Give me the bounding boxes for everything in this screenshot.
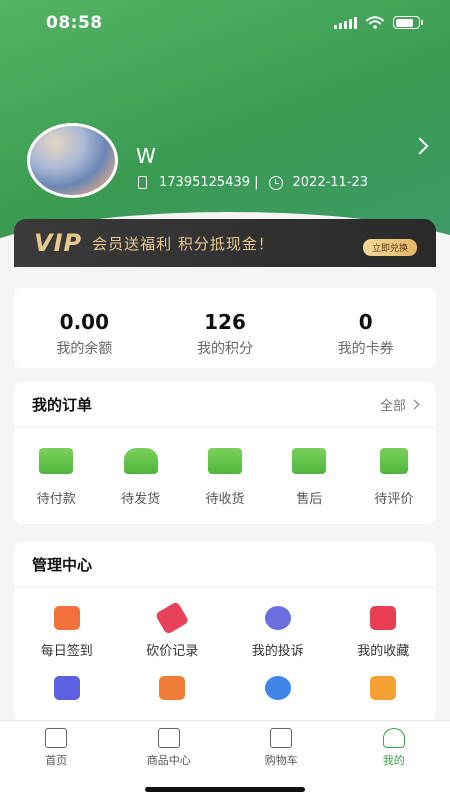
gear-icon: [264, 676, 291, 700]
order-item-pending-receipt[interactable]: 待收货: [183, 448, 267, 507]
cart-icon: [270, 728, 293, 748]
order-item-label: 待收货: [205, 492, 245, 507]
heart-folder-icon: [370, 606, 397, 630]
signal-icon: [334, 16, 357, 29]
status-icons: [334, 16, 423, 29]
order-item-pending-review[interactable]: 待评价: [352, 448, 436, 507]
management-header: 管理中心: [14, 542, 436, 588]
status-time: 08:58: [46, 13, 103, 33]
stat-label: 我的积分: [197, 341, 253, 357]
orders-all-link[interactable]: 全部: [379, 395, 420, 414]
stat-points[interactable]: 126 我的积分: [155, 288, 296, 368]
order-item-label: 待评价: [374, 492, 414, 507]
grid-item-favorites[interactable]: 我的收藏: [331, 606, 437, 676]
tab-label: 商品中心: [146, 754, 191, 767]
stat-coupons[interactable]: 0 我的卡券: [295, 288, 436, 368]
question-chat-icon: [264, 606, 291, 630]
scooter-icon: [123, 448, 158, 474]
phone-icon: [138, 176, 147, 189]
user-phone: 17395125439 |: [159, 175, 259, 190]
stats-card: 0.00 我的余额 126 我的积分 0 我的卡券: [14, 288, 436, 368]
grid-item-label: 我的投诉: [251, 644, 304, 659]
stat-value: 0.00: [59, 310, 110, 334]
profile-chevron-right-icon[interactable]: [411, 137, 429, 155]
review-icon: [379, 448, 408, 474]
tab-mine[interactable]: 我的: [338, 721, 450, 800]
order-item-label: 售后: [296, 492, 323, 507]
tab-label: 首页: [45, 754, 68, 767]
orders-header: 我的订单 全部: [14, 382, 436, 428]
stat-value: 0: [358, 310, 373, 334]
grid-item-bargain-records[interactable]: 砍价记录: [120, 601, 226, 676]
order-status-row: 待付款 待发货 待收货 售后 待评价: [14, 428, 436, 507]
stat-value: 126: [204, 310, 246, 334]
home-indicator: [145, 787, 305, 792]
vip-banner[interactable]: VIP 会员送福利 积分抵现金！ 立即兑换: [14, 219, 436, 267]
chevron-right-icon: [409, 399, 420, 410]
clock-icon: [268, 175, 283, 190]
management-title: 管理中心: [32, 556, 93, 574]
vip-redeem-button[interactable]: 立即兑换: [362, 239, 417, 256]
return-icon: [292, 448, 327, 474]
calendar-check-icon: [53, 606, 80, 630]
mail-icon: [159, 676, 186, 700]
tab-label: 我的: [382, 754, 405, 767]
grid-item-daily-checkin[interactable]: 每日签到: [14, 606, 120, 676]
order-item-label: 待付款: [36, 492, 76, 507]
user-date: 2022-11-23: [292, 175, 369, 190]
stat-label: 我的卡券: [337, 341, 394, 357]
order-item-label: 待发货: [121, 492, 161, 507]
grid-item-label: 每日签到: [40, 644, 93, 659]
vip-logo: VIP: [34, 229, 83, 257]
user-name: W: [136, 144, 156, 168]
status-bar: 08:58: [0, 0, 450, 48]
grid-item-label: 我的收藏: [357, 644, 410, 659]
order-item-after-sales[interactable]: 售后: [267, 448, 351, 507]
order-item-pending-payment[interactable]: 待付款: [14, 448, 98, 507]
ticket-icon: [53, 676, 80, 700]
grid-item-label: 砍价记录: [146, 644, 199, 659]
shopping-bag-icon: [157, 728, 180, 748]
grid-item-settings[interactable]: [225, 676, 331, 722]
user-icon: [382, 728, 405, 748]
grid-item-complaints[interactable]: 我的投诉: [225, 606, 331, 676]
home-icon: [45, 728, 68, 748]
stat-balance[interactable]: 0.00 我的余额: [14, 288, 155, 368]
store-icon: [370, 676, 397, 700]
price-tag-icon: [154, 601, 190, 635]
bag-icon: [208, 448, 243, 474]
avatar[interactable]: [27, 123, 118, 198]
order-item-pending-shipment[interactable]: 待发货: [98, 448, 182, 507]
orders-all-label: 全部: [379, 399, 406, 414]
wallet-icon: [39, 448, 74, 474]
tab-label: 购物车: [264, 754, 298, 767]
user-meta: 17395125439 | 2022-11-23: [138, 175, 368, 190]
stat-label: 我的余额: [56, 341, 113, 357]
battery-icon: [393, 16, 423, 29]
orders-title: 我的订单: [32, 396, 93, 414]
vip-text: 会员送福利 积分抵现金！: [92, 234, 274, 253]
grid-item-tickets[interactable]: [14, 676, 120, 722]
grid-item-store[interactable]: [331, 676, 437, 722]
tab-home[interactable]: 首页: [0, 721, 113, 800]
orders-card: 我的订单 全部 待付款 待发货 待收货 售后 待评价: [14, 382, 436, 524]
wifi-icon: [366, 16, 384, 29]
management-grid: 每日签到 砍价记录 我的投诉 我的收藏: [14, 588, 436, 722]
grid-item-messages[interactable]: [120, 676, 226, 722]
management-card: 管理中心 每日签到 砍价记录 我的投诉 我的收藏: [14, 542, 436, 722]
